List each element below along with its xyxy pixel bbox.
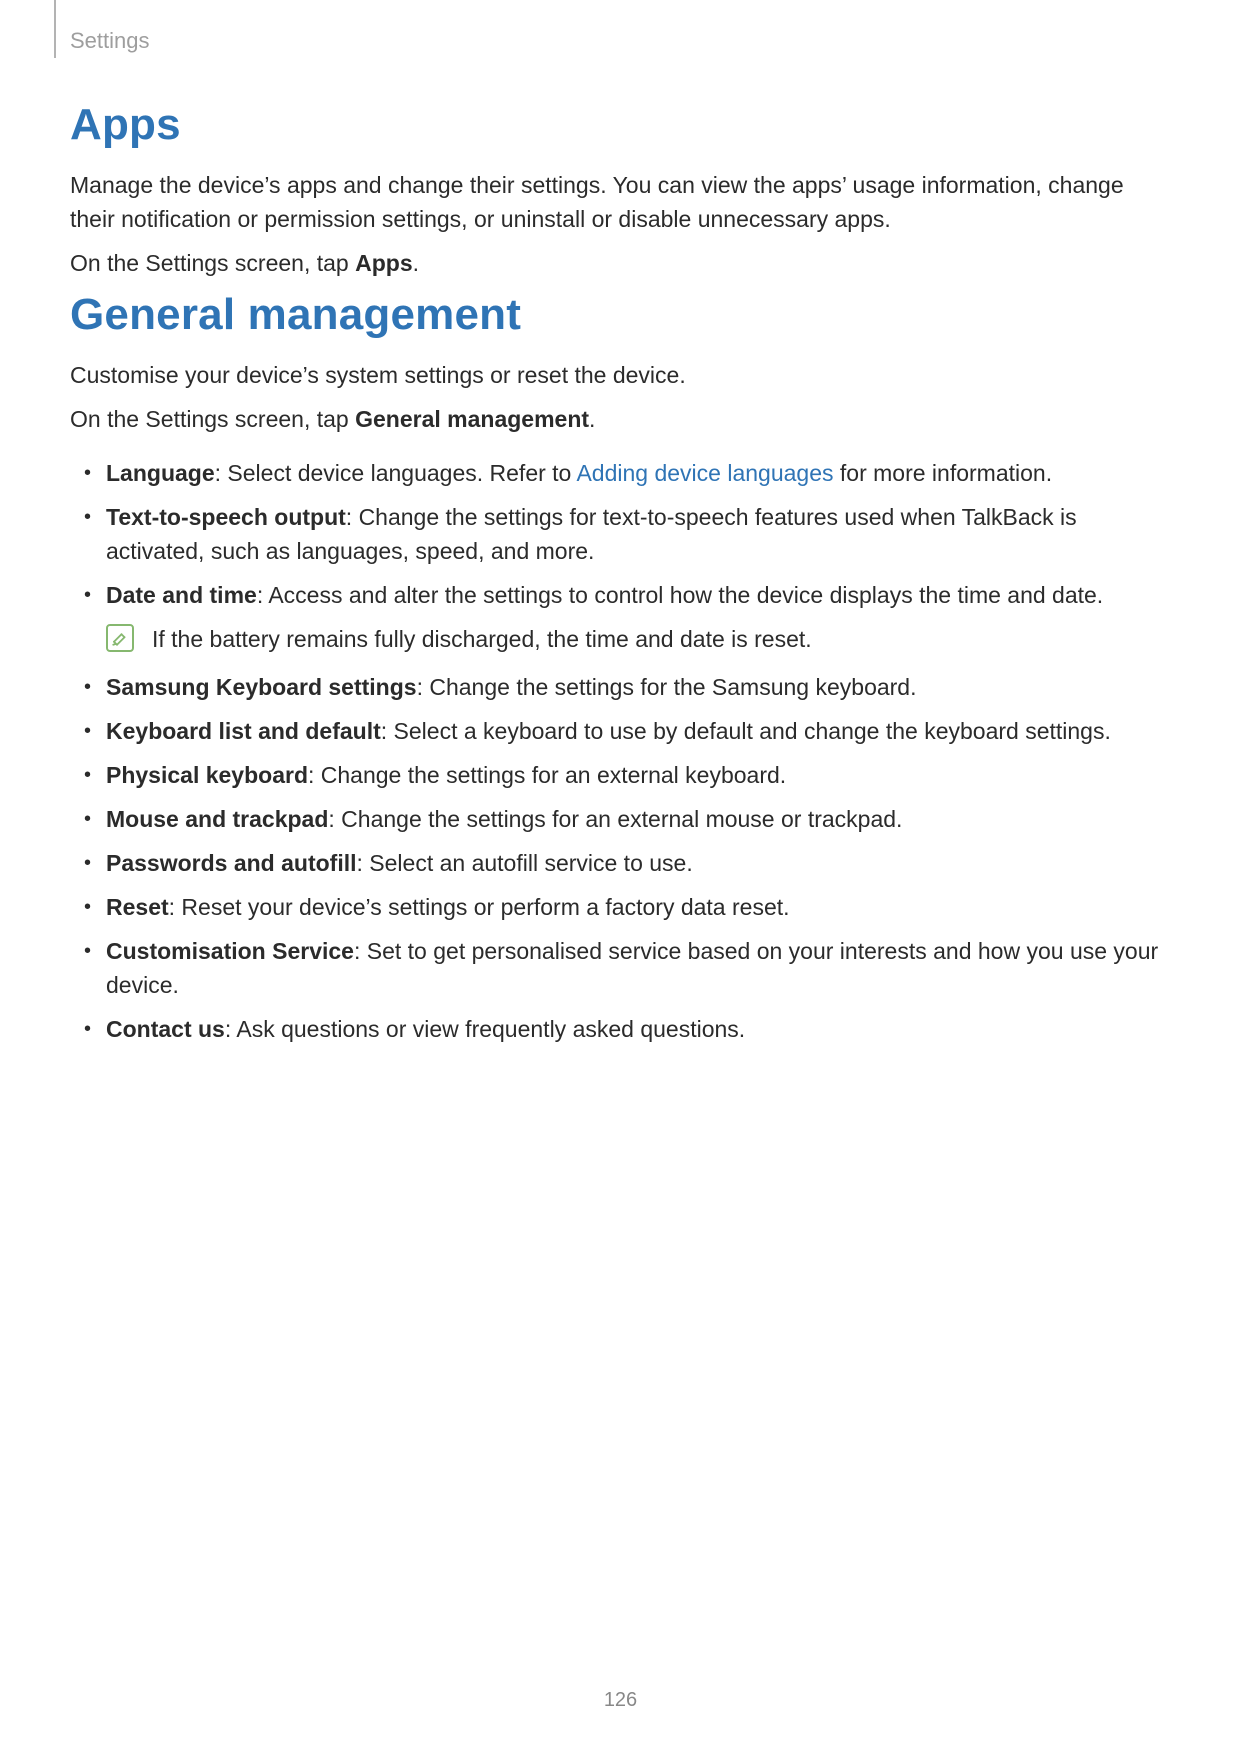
- heading-apps: Apps: [70, 100, 1170, 150]
- text: On the Settings screen, tap: [70, 250, 355, 276]
- list-item: Date and time: Access and alter the sett…: [106, 578, 1170, 656]
- apps-description: Manage the device’s apps and change thei…: [70, 168, 1170, 236]
- page-content: Apps Manage the device’s apps and change…: [70, 100, 1170, 1056]
- list-item: Customisation Service: Set to get person…: [106, 934, 1170, 1002]
- list-item: Keyboard list and default: Select a keyb…: [106, 714, 1170, 748]
- list-item: Passwords and autofill: Select an autofi…: [106, 846, 1170, 880]
- item-text: : Change the settings for an external mo…: [328, 806, 902, 832]
- gm-bold-label: General management: [355, 406, 589, 432]
- item-text: : Change the settings for the Samsung ke…: [417, 674, 917, 700]
- list-item: Language: Select device languages. Refer…: [106, 456, 1170, 490]
- page-edge-tick: [54, 0, 56, 58]
- item-label: Date and time: [106, 582, 257, 608]
- list-item: Contact us: Ask questions or view freque…: [106, 1012, 1170, 1046]
- text: On the Settings screen, tap: [70, 406, 355, 432]
- list-item: Physical keyboard: Change the settings f…: [106, 758, 1170, 792]
- item-label: Language: [106, 460, 215, 486]
- item-label: Mouse and trackpad: [106, 806, 328, 832]
- item-text: : Select an autofill service to use.: [357, 850, 693, 876]
- text: .: [589, 406, 595, 432]
- item-text: : Select device languages. Refer to: [215, 460, 577, 486]
- item-label: Text-to-speech output: [106, 504, 346, 530]
- item-label: Customisation Service: [106, 938, 354, 964]
- item-label: Reset: [106, 894, 169, 920]
- gm-description: Customise your device’s system settings …: [70, 358, 1170, 392]
- gm-instruction: On the Settings screen, tap General mana…: [70, 402, 1170, 436]
- item-text: : Access and alter the settings to contr…: [257, 582, 1103, 608]
- breadcrumb: Settings: [70, 28, 150, 54]
- apps-instruction: On the Settings screen, tap Apps.: [70, 246, 1170, 280]
- item-label: Physical keyboard: [106, 762, 308, 788]
- item-text: : Change the settings for an external ke…: [308, 762, 786, 788]
- link-adding-device-languages[interactable]: Adding device languages: [576, 460, 833, 486]
- note-icon: [106, 624, 134, 652]
- item-text: : Ask questions or view frequently asked…: [225, 1016, 745, 1042]
- note: If the battery remains fully discharged,…: [106, 622, 1170, 656]
- item-text: for more information.: [834, 460, 1053, 486]
- list-item: Text-to-speech output: Change the settin…: [106, 500, 1170, 568]
- item-text: : Select a keyboard to use by default an…: [381, 718, 1111, 744]
- manual-page: Settings Apps Manage the device’s apps a…: [0, 0, 1241, 1754]
- gm-option-list: Language: Select device languages. Refer…: [70, 456, 1170, 1046]
- item-label: Samsung Keyboard settings: [106, 674, 417, 700]
- item-text: : Reset your device’s settings or perfor…: [169, 894, 790, 920]
- item-label: Contact us: [106, 1016, 225, 1042]
- apps-bold-label: Apps: [355, 250, 413, 276]
- list-item: Mouse and trackpad: Change the settings …: [106, 802, 1170, 836]
- heading-general-management: General management: [70, 290, 1170, 340]
- item-label: Passwords and autofill: [106, 850, 357, 876]
- list-item: Reset: Reset your device’s settings or p…: [106, 890, 1170, 924]
- note-text: If the battery remains fully discharged,…: [152, 622, 812, 656]
- page-number: 126: [0, 1689, 1241, 1712]
- item-label: Keyboard list and default: [106, 718, 381, 744]
- text: .: [413, 250, 419, 276]
- list-item: Samsung Keyboard settings: Change the se…: [106, 670, 1170, 704]
